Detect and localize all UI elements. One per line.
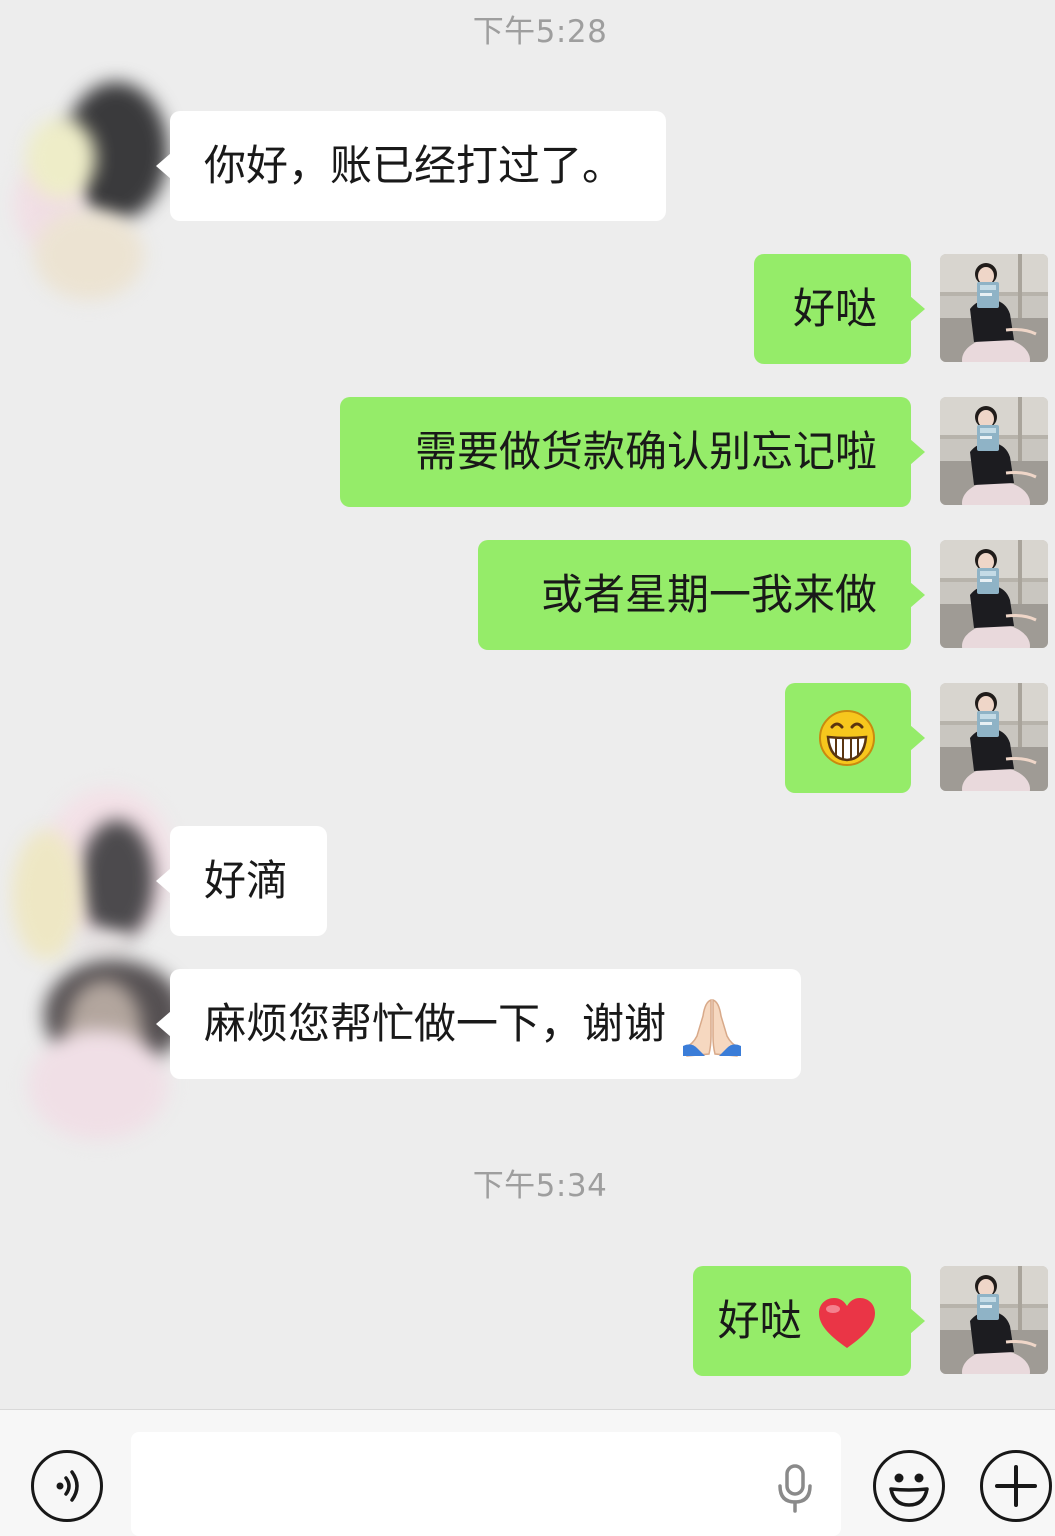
self-avatar-image — [940, 397, 1048, 505]
grinning-face-emoji — [819, 710, 875, 766]
self-avatar[interactable] — [940, 540, 1048, 648]
self-avatar[interactable] — [940, 397, 1048, 505]
voice-mode-icon — [56, 1470, 79, 1502]
folded-hands-emoji — [683, 998, 742, 1057]
self-avatar-image — [940, 254, 1048, 362]
voice-mode-button[interactable] — [31, 1450, 103, 1522]
emoji-icon — [889, 1473, 929, 1507]
message-bubble-received[interactable]: 好滴 — [156, 826, 327, 936]
message-bubble-sent[interactable]: 需要做货款确认别忘记啦 — [340, 397, 925, 507]
self-avatar[interactable] — [940, 254, 1048, 362]
message-bubble-sent[interactable]: 或者星期一我来做 — [478, 540, 925, 650]
message-text: 好滴 — [204, 856, 289, 905]
red-heart-emoji — [819, 1297, 875, 1348]
message-bubble-received[interactable]: 你好，账已经打过了。 — [156, 111, 666, 221]
self-avatar-image — [940, 683, 1048, 791]
plus-icon — [995, 1465, 1037, 1507]
self-avatar-image — [940, 540, 1048, 648]
message-bubble-sent[interactable] — [785, 683, 925, 793]
message-bubble-sent[interactable]: 好哒 — [754, 254, 925, 364]
self-avatar-image — [940, 1266, 1048, 1374]
message-text: 好哒 — [717, 1296, 802, 1345]
message-text: 或者星期一我来做 — [540, 570, 877, 619]
timestamp: 下午5:34 — [472, 1168, 608, 1204]
message-input[interactable] — [131, 1432, 841, 1536]
self-avatar[interactable] — [940, 1266, 1048, 1374]
message-text: 好哒 — [792, 284, 877, 333]
contact-avatar[interactable] — [4, 780, 194, 1150]
message-bubble-sent[interactable]: 好哒 — [693, 1266, 925, 1376]
self-avatar[interactable] — [940, 683, 1048, 791]
emoji-button[interactable] — [873, 1450, 945, 1522]
message-bubble-received[interactable]: 麻烦您帮忙做一下，谢谢 — [156, 969, 801, 1079]
message-text: 麻烦您帮忙做一下，谢谢 — [204, 999, 667, 1048]
message-text: 你好，账已经打过了。 — [204, 141, 625, 190]
timestamp: 下午5:28 — [472, 14, 608, 50]
microphone-icon[interactable] — [775, 1464, 815, 1514]
more-options-button[interactable] — [980, 1450, 1052, 1522]
message-text: 需要做货款确认别忘记啦 — [414, 427, 877, 476]
contact-avatar[interactable] — [6, 60, 176, 300]
chat-input-bar — [0, 1409, 1055, 1536]
